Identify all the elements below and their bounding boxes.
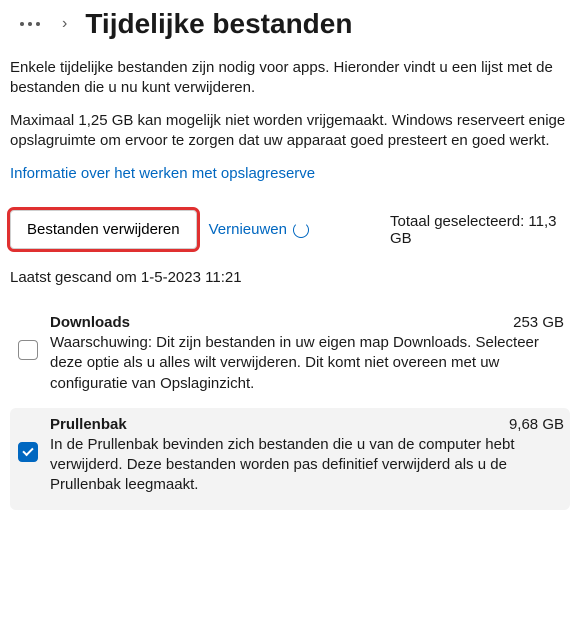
item-size: 253 GB: [513, 314, 564, 331]
item-description: Waarschuwing: Dit zijn bestanden in uw e…: [50, 333, 564, 394]
list-item: Downloads 253 GB Waarschuwing: Dit zijn …: [10, 306, 570, 408]
page-title: Tijdelijke bestanden: [85, 8, 352, 40]
intro-text: Enkele tijdelijke bestanden zijn nodig v…: [10, 58, 570, 99]
reserve-info-link[interactable]: Informatie over het werken met opslagres…: [10, 165, 315, 182]
checkbox-recyclebin[interactable]: [18, 442, 38, 462]
item-title: Prullenbak: [50, 416, 127, 433]
checkbox-downloads[interactable]: [18, 340, 38, 360]
chevron-right-icon: ›: [62, 15, 67, 33]
action-row: Bestanden verwijderen Vernieuwen Totaal …: [10, 210, 570, 249]
refresh-button[interactable]: Vernieuwen: [207, 217, 311, 242]
reserve-note: Maximaal 1,25 GB kan mogelijk niet worde…: [10, 111, 570, 152]
checkmark-icon: [22, 445, 33, 456]
item-title: Downloads: [50, 314, 130, 331]
list-item: Prullenbak 9,68 GB In de Prullenbak bevi…: [10, 408, 570, 510]
refresh-icon: [293, 222, 309, 238]
item-description: In de Prullenbak bevinden zich bestanden…: [50, 435, 564, 496]
item-size: 9,68 GB: [509, 416, 564, 433]
last-scanned: Laatst gescand om 1-5-2023 11:21: [10, 269, 570, 286]
breadcrumb: › Tijdelijke bestanden: [10, 0, 570, 58]
total-selected: Totaal geselecteerd: 11,3 GB: [390, 213, 570, 247]
refresh-label: Vernieuwen: [209, 221, 287, 238]
overflow-menu-icon[interactable]: [16, 18, 44, 30]
delete-files-button[interactable]: Bestanden verwijderen: [10, 210, 197, 249]
